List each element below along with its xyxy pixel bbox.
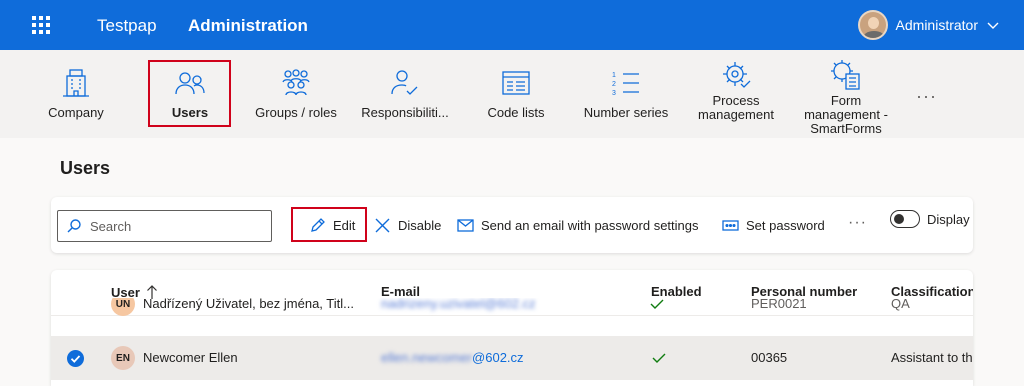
- send-email-button[interactable]: Send an email with password settings: [457, 215, 699, 235]
- user-name-cell[interactable]: Newcomer Ellen: [143, 350, 238, 365]
- user-menu[interactable]: Administrator: [857, 10, 1000, 40]
- user-name-cell[interactable]: Nadřízený Uživatel, bez jména, Titl...: [143, 298, 354, 311]
- column-header-email[interactable]: E-mail: [381, 284, 420, 299]
- code-list-icon: [502, 71, 530, 95]
- checkmark-icon: [70, 355, 81, 363]
- edit-highlight-box: [291, 207, 367, 242]
- row-divider: [51, 378, 973, 379]
- column-header-enabled[interactable]: Enabled: [651, 284, 702, 299]
- disable-button[interactable]: Disable: [374, 215, 441, 235]
- module-form-management[interactable]: Form management - SmartForms: [796, 50, 896, 138]
- column-header-classification[interactable]: Classification: [891, 284, 973, 299]
- module-company[interactable]: Company: [40, 50, 112, 138]
- table-row[interactable]: UN Nadřízený Uživatel, bez jména, Titl..…: [51, 298, 973, 320]
- app-name[interactable]: Testpap: [97, 16, 157, 36]
- search-icon: [67, 219, 81, 233]
- email-cell[interactable]: ellen.newcomer@602.cz: [381, 350, 524, 365]
- avatar: [857, 10, 888, 40]
- classification-cell: Assistant to the: [891, 350, 973, 365]
- svg-text:2: 2: [612, 81, 616, 88]
- users-grid: User E-mail Enabled Personal number Clas…: [51, 270, 973, 386]
- row-selected-checkbox[interactable]: [67, 350, 84, 367]
- envelope-icon: [457, 218, 474, 232]
- toggle-label: Display technical: [927, 212, 973, 227]
- personal-number-cell: 00365: [751, 350, 788, 365]
- form-gear-icon: [831, 60, 860, 90]
- personal-number-cell: PER0021: [751, 298, 807, 311]
- app-launcher-icon[interactable]: [32, 16, 50, 34]
- groups-icon: [282, 69, 310, 96]
- more-actions-icon[interactable]: ···: [848, 214, 867, 232]
- svg-text:1: 1: [612, 72, 616, 79]
- search-input[interactable]: [90, 218, 260, 234]
- top-bar: Testpap Administration Administrator: [0, 0, 1024, 50]
- email-cell[interactable]: nadrizeny.uzivatel@602.cz: [381, 298, 536, 311]
- user-initials: EN: [111, 346, 135, 370]
- set-password-button[interactable]: Set password: [722, 215, 825, 235]
- search-box[interactable]: [57, 210, 272, 242]
- module-number-series[interactable]: 1 2 3 Number series: [578, 50, 674, 138]
- more-modules-icon[interactable]: ···: [916, 86, 937, 107]
- module-groups-roles[interactable]: Groups / roles: [250, 50, 342, 138]
- column-header-personal-number[interactable]: Personal number: [751, 284, 857, 299]
- process-gear-icon: [723, 62, 751, 88]
- classification-cell: QA: [891, 298, 910, 311]
- password-icon: [722, 219, 739, 231]
- chevron-down-icon: [987, 22, 999, 29]
- building-icon: [63, 69, 89, 97]
- person-check-icon: [391, 70, 418, 95]
- svg-text:3: 3: [612, 90, 616, 97]
- module-responsibilities[interactable]: Responsibiliti...: [356, 50, 454, 138]
- user-name: Administrator: [895, 17, 978, 33]
- check-icon: [652, 353, 666, 363]
- technical-toggle[interactable]: [890, 210, 920, 228]
- command-toolbar: Edit Disable Send an email with password…: [51, 197, 973, 253]
- users-highlight-box: [148, 60, 231, 127]
- section-name[interactable]: Administration: [188, 16, 308, 36]
- number-list-icon: 1 2 3: [612, 72, 639, 97]
- module-code-lists[interactable]: Code lists: [480, 50, 552, 138]
- page-title: Users: [60, 158, 111, 178]
- check-icon: [650, 299, 664, 309]
- module-process-management[interactable]: Process management: [690, 50, 782, 138]
- user-initials: UN: [111, 298, 135, 316]
- close-icon: [375, 218, 390, 232]
- table-row-selected[interactable]: EN Newcomer Ellen ellen.newcomer@602.cz …: [51, 336, 973, 380]
